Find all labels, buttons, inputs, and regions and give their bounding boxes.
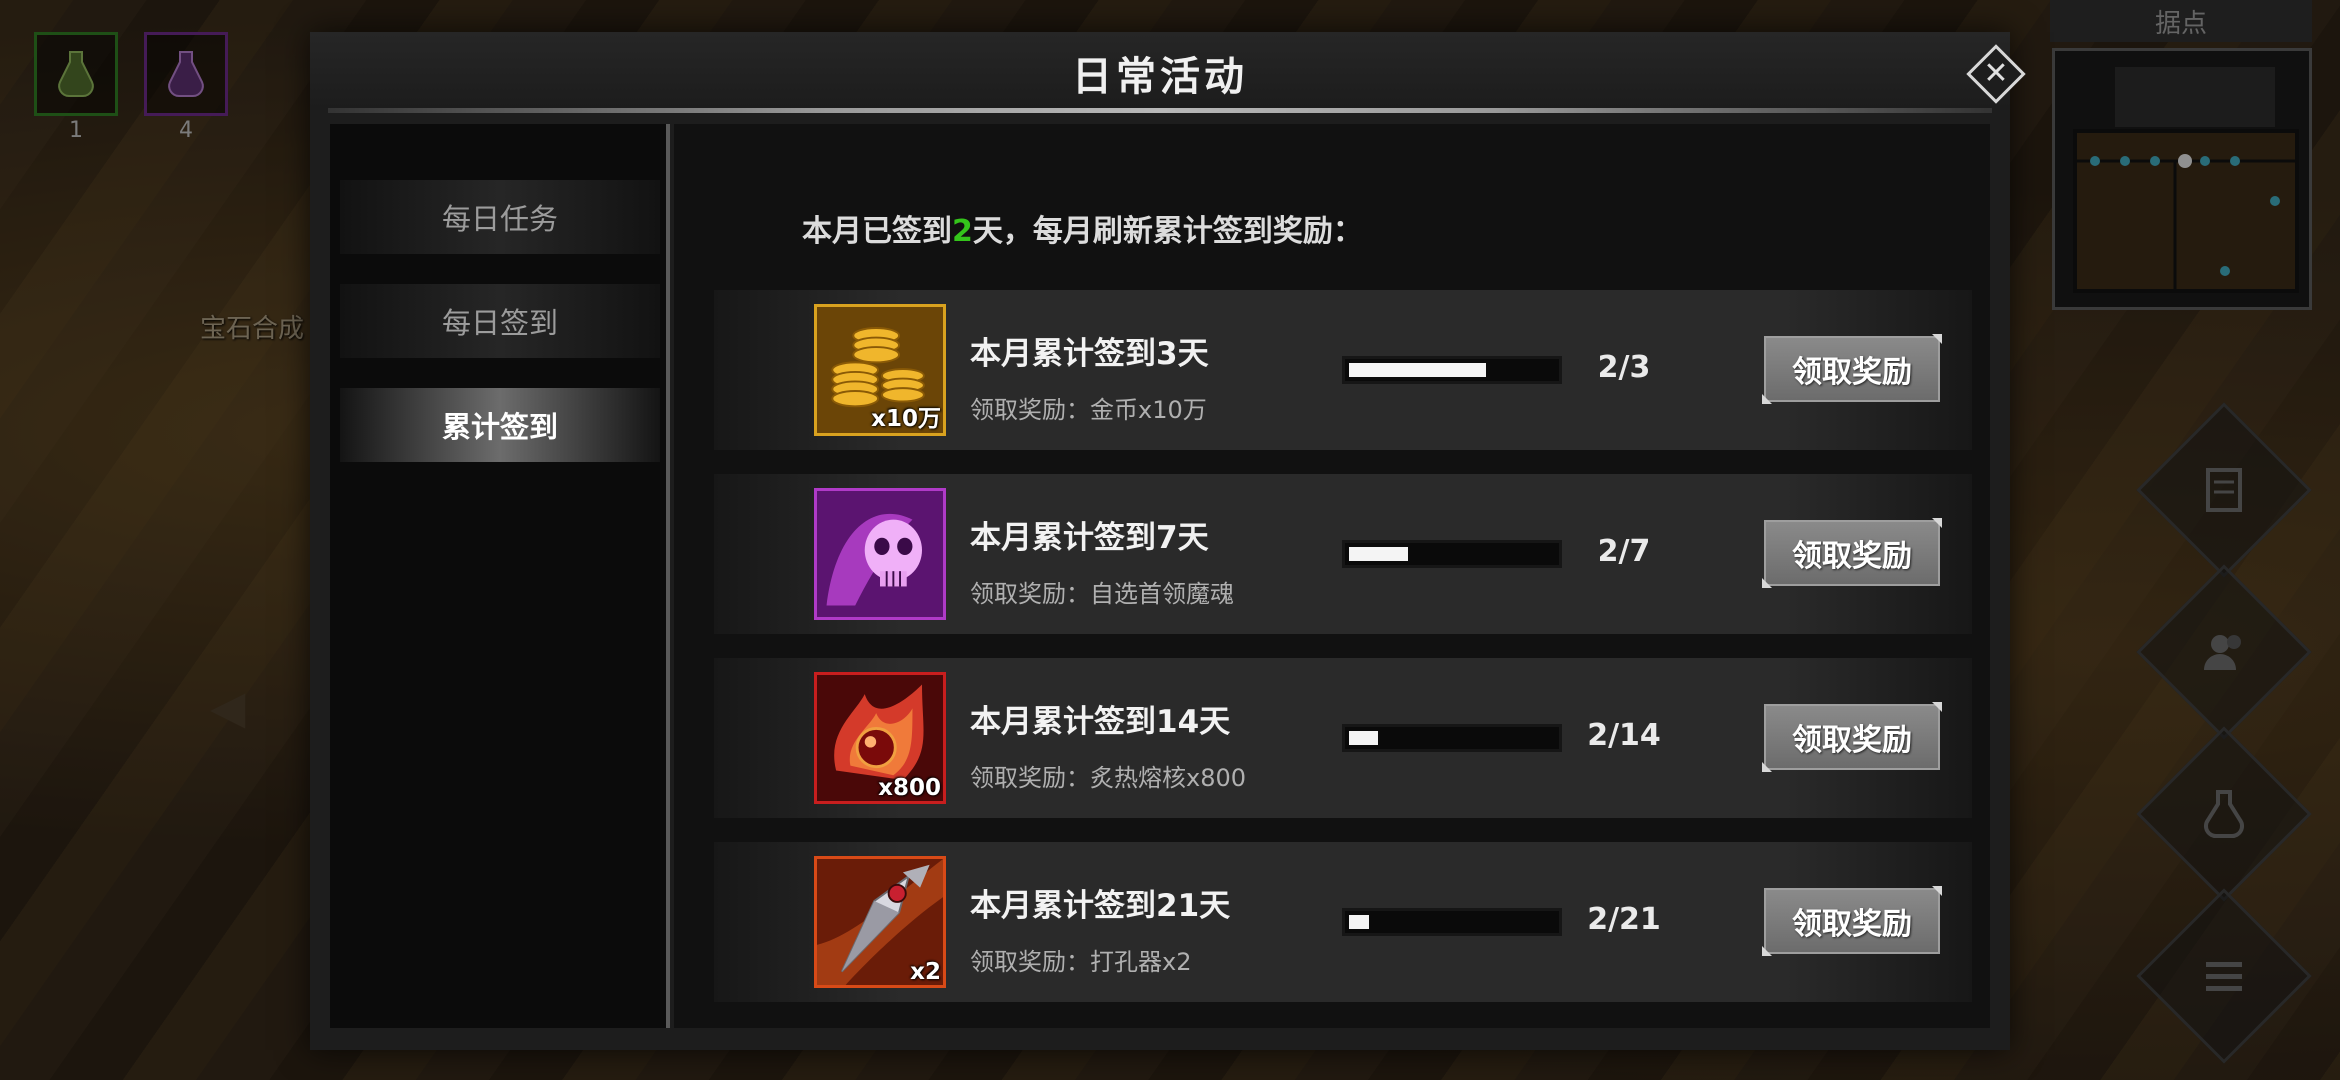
reward-quantity: x2 [910, 959, 941, 985]
claim-reward-button[interactable]: 领取奖励 [1764, 704, 1940, 770]
tab-cumulative-signin[interactable]: 累计签到 [340, 388, 660, 462]
dialog-title: 日常活动 [1072, 54, 1248, 100]
reward-row: x800 本月累计签到14天 领取奖励：炙热熔核x800 2/14 领取奖励 [714, 658, 1972, 818]
reward-title: 本月累计签到3天 [970, 336, 1209, 372]
reward-title: 本月累计签到21天 [970, 888, 1231, 924]
content-panel: 本月已签到2天，每月刷新累计签到奖励： x10万 本月累计签到3天 领取奖励：金… [674, 124, 1990, 1028]
progress-bar [1342, 908, 1562, 936]
progress-fill [1349, 363, 1486, 377]
reward-title: 本月累计签到7天 [970, 520, 1209, 556]
reward-description: 领取奖励：打孔器x2 [970, 948, 1192, 976]
tab-sidebar: 每日任务 每日签到 累计签到 [330, 124, 670, 1028]
reward-row: x10万 本月累计签到3天 领取奖励：金币x10万 2/3 领取奖励 [714, 290, 1972, 450]
tab-daily-signin[interactable]: 每日签到 [340, 284, 660, 358]
reward-description: 领取奖励：金币x10万 [970, 396, 1207, 424]
progress-text: 2/3 [1597, 350, 1651, 385]
daily-activity-dialog: 日常活动 ✕ 每日任务 每日签到 累计签到 本月已签到2天，每月刷新累计签到奖励… [310, 32, 2026, 1050]
reward-quantity: x10万 [871, 406, 941, 432]
summary-prefix: 本月已签到 [802, 214, 952, 249]
header-divider [328, 108, 1992, 113]
progress-text: 2/7 [1597, 534, 1651, 569]
signin-days-count: 2 [952, 214, 973, 249]
progress-fill [1349, 915, 1369, 929]
progress-fill [1349, 731, 1378, 745]
close-icon: ✕ [1983, 56, 2009, 91]
claim-reward-button[interactable]: 领取奖励 [1764, 520, 1940, 586]
summary-suffix: 天，每月刷新累计签到奖励： [972, 214, 1363, 249]
progress-bar [1342, 724, 1562, 752]
progress-bar [1342, 540, 1562, 568]
close-button[interactable]: ✕ [1966, 44, 2026, 104]
claim-reward-button[interactable]: 领取奖励 [1764, 888, 1940, 954]
progress-text: 2/21 [1587, 902, 1661, 937]
tab-daily-tasks[interactable]: 每日任务 [340, 180, 660, 254]
claim-reward-button[interactable]: 领取奖励 [1764, 336, 1940, 402]
progress-fill [1349, 547, 1408, 561]
reward-title: 本月累计签到14天 [970, 704, 1231, 740]
reward-description: 领取奖励：自选首领魔魂 [970, 580, 1234, 608]
reward-description: 领取奖励：炙热熔核x800 [970, 764, 1247, 792]
purple-skull-soul-icon [814, 488, 946, 620]
progress-text: 2/14 [1587, 718, 1661, 753]
reward-quantity: x800 [878, 775, 941, 801]
fire-core-icon: x800 [814, 672, 946, 804]
reward-row: 本月累计签到7天 领取奖励：自选首领魔魂 2/7 领取奖励 [714, 474, 1972, 634]
progress-bar [1342, 356, 1562, 384]
signin-summary: 本月已签到2天，每月刷新累计签到奖励： [802, 206, 1363, 250]
reward-row: x2 本月累计签到21天 领取奖励：打孔器x2 2/21 领取奖励 [714, 842, 1972, 1002]
gold-coins-icon: x10万 [814, 304, 946, 436]
drill-blade-icon: x2 [814, 856, 946, 988]
